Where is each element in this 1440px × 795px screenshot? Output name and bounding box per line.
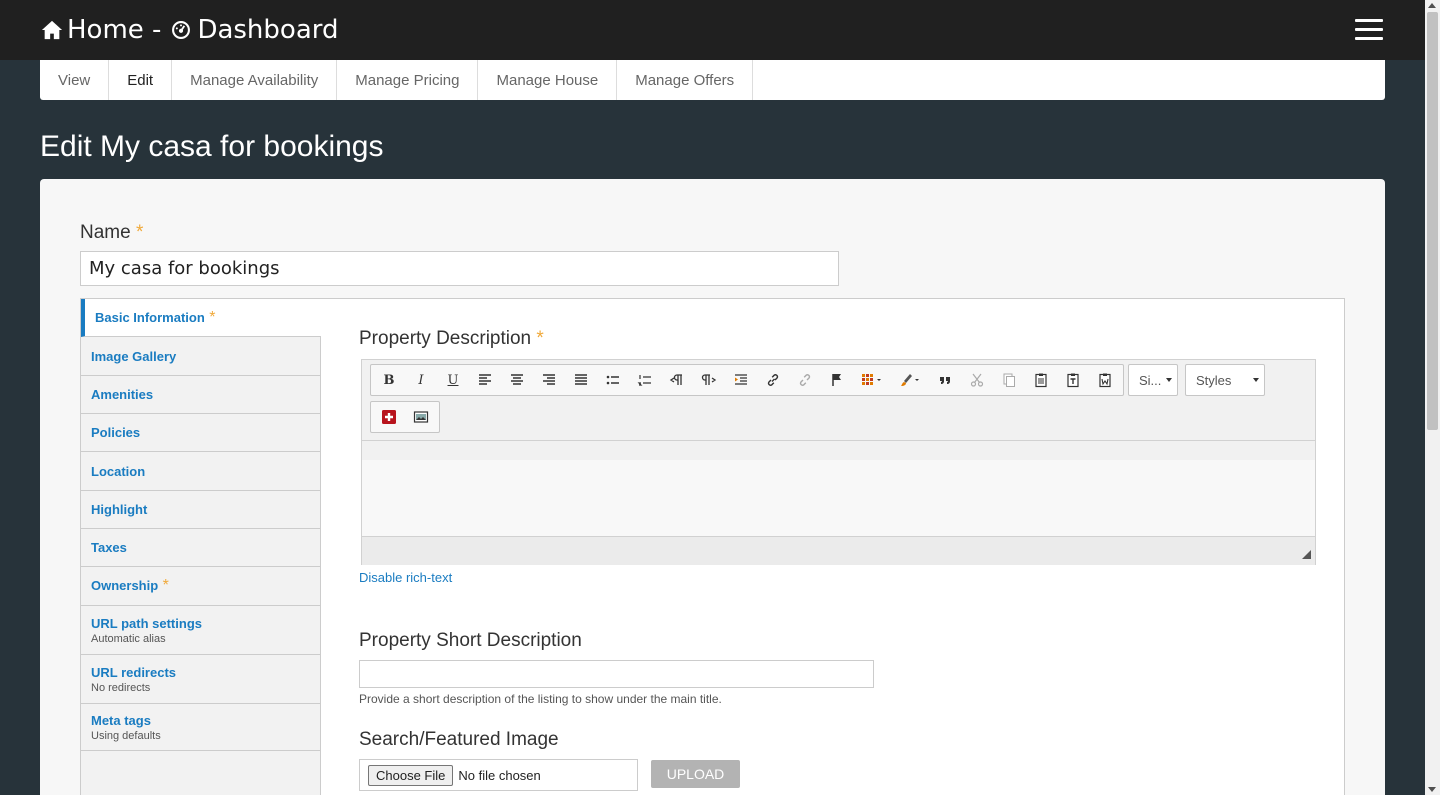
vtab-url-redirects[interactable]: URL redirects No redirects: [81, 655, 320, 704]
scrollbar-thumb[interactable]: [1427, 12, 1438, 430]
italic-icon[interactable]: I: [405, 365, 437, 395]
underline-icon[interactable]: U: [437, 365, 469, 395]
tab-manage-offers[interactable]: Manage Offers: [616, 60, 754, 100]
bulleted-list-icon[interactable]: [597, 365, 629, 395]
dashboard-label[interactable]: Dashboard: [197, 15, 338, 45]
vtab-basic-information[interactable]: Basic Information *: [81, 299, 321, 337]
blockquote-icon[interactable]: [929, 365, 961, 395]
align-left-icon[interactable]: [469, 365, 501, 395]
rtl-icon[interactable]: [693, 365, 725, 395]
choose-file-button[interactable]: Choose File: [368, 764, 454, 786]
insert-icon[interactable]: [373, 402, 405, 432]
vtab-highlight[interactable]: Highlight: [81, 491, 320, 529]
table-icon[interactable]: [853, 365, 891, 395]
unlink-icon[interactable]: [789, 365, 821, 395]
vtab-image-gallery[interactable]: Image Gallery: [81, 337, 320, 376]
file-status: No file chosen: [458, 767, 541, 783]
editor-toolbar-row1: B I U: [370, 364, 1124, 396]
site-brand[interactable]: Home - Dashboard: [41, 14, 339, 46]
name-field[interactable]: My casa for bookings: [80, 251, 839, 286]
home-label[interactable]: Home -: [67, 15, 161, 45]
editor-toolbar-row2: [370, 401, 440, 433]
cut-icon[interactable]: [961, 365, 993, 395]
tab-manage-pricing[interactable]: Manage Pricing: [336, 60, 479, 100]
resize-handle-icon[interactable]: [1302, 550, 1311, 559]
vtab-location[interactable]: Location: [81, 452, 320, 491]
paste-word-icon[interactable]: [1089, 365, 1121, 395]
paste-text-icon[interactable]: [1057, 365, 1089, 395]
chevron-down-icon: [1253, 378, 1259, 382]
chevron-down-icon: [1166, 378, 1172, 382]
home-icon: [41, 20, 63, 40]
align-right-icon[interactable]: [533, 365, 565, 395]
vtab-policies[interactable]: Policies: [81, 414, 320, 452]
styles-dropdown[interactable]: Styles: [1185, 364, 1265, 396]
copy-icon[interactable]: [993, 365, 1025, 395]
bold-icon[interactable]: B: [373, 365, 405, 395]
scroll-up-icon[interactable]: [1428, 3, 1436, 8]
link-icon[interactable]: [757, 365, 789, 395]
page-title: Edit My casa for bookings: [40, 130, 384, 163]
primary-tabs: View Edit Manage Availability Manage Pri…: [40, 60, 1385, 100]
vtab-ownership[interactable]: Ownership *: [81, 567, 320, 606]
vtab-amenities[interactable]: Amenities: [81, 376, 320, 414]
anchor-icon[interactable]: [821, 365, 853, 395]
editor-status-bar: [362, 536, 1315, 565]
vtab-summary: Using defaults: [91, 729, 161, 742]
top-navbar: Home - Dashboard: [0, 0, 1425, 60]
paste-icon[interactable]: [1025, 365, 1057, 395]
indent-icon[interactable]: [725, 365, 757, 395]
vtab-meta-tags[interactable]: Meta tags Using defaults: [81, 704, 320, 751]
tab-view[interactable]: View: [40, 60, 110, 100]
short-description-label: Property Short Description: [359, 630, 582, 651]
toolbar-divider: [362, 440, 1315, 441]
vertical-tabs-container: Basic Information * Image Gallery Amenit…: [80, 298, 1345, 795]
short-description-help: Provide a short description of the listi…: [359, 692, 722, 706]
numbered-list-icon[interactable]: [629, 365, 661, 395]
upload-button[interactable]: UPLOAD: [651, 760, 740, 788]
dashboard-icon: [172, 21, 191, 39]
justify-icon[interactable]: [565, 365, 597, 395]
basic-information-pane: Property Description * B I U Si... Style…: [359, 299, 1329, 795]
vtab-summary: No redirects: [91, 681, 151, 694]
edit-form-panel: Name * My casa for bookings Basic Inform…: [40, 179, 1385, 795]
editor-content-area[interactable]: [362, 460, 1315, 536]
rich-text-editor: B I U Si... Styles: [361, 359, 1316, 565]
property-description-label: Property Description *: [359, 328, 544, 349]
ltr-icon[interactable]: [661, 365, 693, 395]
page-scrollbar[interactable]: [1425, 0, 1440, 795]
tab-manage-availability[interactable]: Manage Availability: [171, 60, 338, 100]
scroll-down-icon[interactable]: [1428, 787, 1436, 792]
vtab-summary: Automatic alias: [91, 632, 166, 645]
align-center-icon[interactable]: [501, 365, 533, 395]
tab-manage-house[interactable]: Manage House: [477, 60, 618, 100]
vertical-tabs-menu: Basic Information * Image Gallery Amenit…: [81, 299, 321, 795]
text-color-icon[interactable]: [891, 365, 929, 395]
font-size-dropdown[interactable]: Si...: [1128, 364, 1178, 396]
featured-image-label: Search/Featured Image: [359, 729, 559, 750]
tab-edit[interactable]: Edit: [108, 60, 173, 100]
vtab-taxes[interactable]: Taxes: [81, 529, 320, 567]
name-label: Name *: [80, 222, 144, 243]
disable-rich-text-link[interactable]: Disable rich-text: [359, 570, 452, 585]
required-marker: *: [135, 222, 144, 243]
menu-toggle-icon[interactable]: [1355, 19, 1385, 41]
short-description-input[interactable]: [359, 660, 874, 688]
vtab-url-path-settings[interactable]: URL path settings Automatic alias: [81, 606, 320, 655]
featured-image-file-input[interactable]: Choose File No file chosen: [359, 759, 638, 791]
image-icon[interactable]: [405, 402, 437, 432]
